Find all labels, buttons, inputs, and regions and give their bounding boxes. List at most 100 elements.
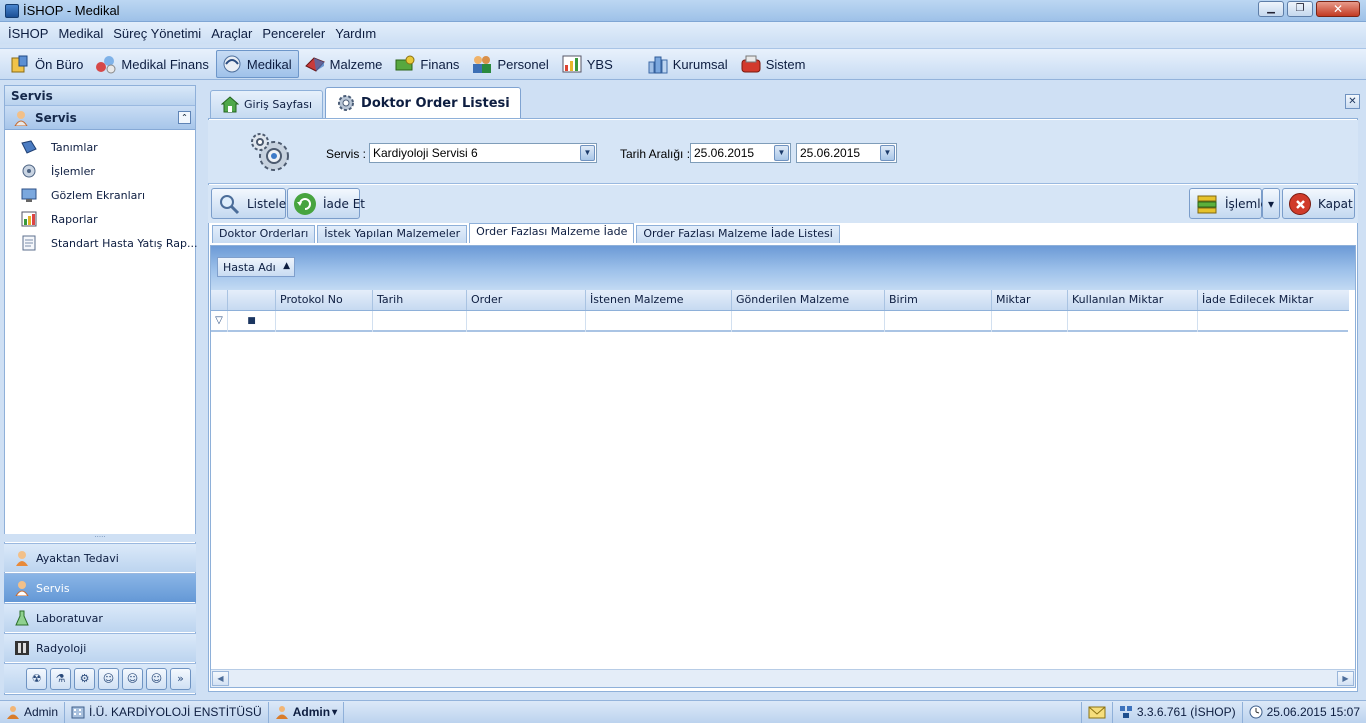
status-user-label: Admin	[24, 705, 59, 719]
column-header-order[interactable]: Order	[467, 290, 586, 310]
chevron-down-icon[interactable]: ▼	[880, 145, 895, 161]
group-panel	[211, 246, 1355, 290]
module-on-buro[interactable]: Ön Büro	[4, 50, 90, 78]
sidebar-group-servis[interactable]: Servis ⌃	[5, 106, 195, 130]
scroll-left-button[interactable]: ◀	[212, 671, 229, 686]
sidebar-item-standart-hasta-yatis-raporu[interactable]: Standart Hasta Yatış Rap...	[5, 231, 198, 255]
tab-label: Doktor Order Listesi	[361, 95, 510, 111]
module-personel[interactable]: Personel	[466, 50, 555, 78]
sidebar-item-label: Gözlem Ekranları	[51, 188, 145, 202]
doctor-shortcut-button[interactable]: ☺	[122, 667, 143, 690]
status-version-label: 3.3.6.761 (İSHOP)	[1136, 705, 1236, 719]
minimize-button[interactable]: ▁	[1258, 1, 1284, 17]
filter-cell-iade-edilecek-miktar[interactable]	[1198, 311, 1348, 332]
nav-servis[interactable]: Servis	[4, 573, 196, 602]
window-title: İSHOP - Medikal	[23, 3, 120, 18]
patient-report-icon	[21, 235, 37, 251]
column-header-miktar[interactable]: Miktar	[992, 290, 1068, 310]
user-icon	[6, 705, 20, 719]
horizontal-scrollbar[interactable]: ◀ ▶	[211, 669, 1355, 687]
close-circle-icon	[1289, 192, 1311, 215]
listele-button[interactable]: Listele	[211, 188, 286, 219]
status-role-dropdown[interactable]: Admin ▾	[269, 701, 345, 723]
nav-shortcut-bar: ☢ ⚗ ⚙ ☺ ☺ ☺ »	[4, 663, 196, 693]
tab-order-fazlasi-malzeme-iade[interactable]: Order Fazlası Malzeme İade	[469, 223, 635, 243]
microscope-shortcut-button[interactable]: ⚗	[50, 667, 71, 690]
refresh-icon	[294, 192, 316, 215]
nurse-shortcut-button[interactable]: ☺	[98, 667, 119, 690]
date-from-picker[interactable]: 25.06.2015 ▼	[690, 143, 791, 163]
iade-et-button[interactable]: İade Et	[287, 188, 365, 219]
kapat-button[interactable]: Kapat	[1282, 188, 1355, 219]
sidebar-item-gozlem-ekranlari[interactable]: Gözlem Ekranları	[5, 183, 195, 207]
module-medikal[interactable]: Medikal	[215, 50, 299, 78]
filter-cell-birim[interactable]	[885, 311, 992, 332]
sidebar-item-tanimlar[interactable]: Tanımlar	[5, 135, 195, 159]
menu-ishop[interactable]: İSHOP	[4, 26, 54, 41]
chevron-down-icon[interactable]: ▼	[774, 145, 789, 161]
tab-doktor-orderlari[interactable]: Doktor Orderları	[212, 225, 316, 243]
filter-cell-order[interactable]	[467, 311, 586, 332]
menu-araclar[interactable]: Araçlar	[207, 26, 258, 41]
tab-giris-sayfasi[interactable]: Giriş Sayfası	[210, 90, 324, 118]
tab-doktor-order-listesi[interactable]: Doktor Order Listesi	[325, 87, 521, 118]
column-header-iade-edilecek-miktar[interactable]: İade Edilecek Miktar	[1198, 290, 1349, 310]
column-header-gonderilen-malzeme[interactable]: Gönderilen Malzeme	[732, 290, 885, 310]
module-kurumsal[interactable]: Kurumsal	[642, 50, 735, 78]
radiation-shortcut-button[interactable]: ☢	[26, 667, 47, 690]
menu-pencereler[interactable]: Pencereler	[258, 26, 331, 41]
column-header-protokol-no[interactable]: Protokol No	[276, 290, 373, 310]
maximize-button[interactable]: ❐	[1287, 1, 1313, 17]
tab-istek-yapilan-malzemeler[interactable]: İstek Yapılan Malzemeler	[317, 225, 468, 243]
sidebar-item-label: Tanımlar	[51, 140, 98, 154]
module-sistem[interactable]: Sistem	[735, 50, 813, 78]
islemler-button[interactable]: İşlemler	[1189, 188, 1273, 219]
module-finans[interactable]: Finans	[389, 50, 466, 78]
filter-cell-tarih[interactable]	[373, 311, 467, 332]
column-header-birim[interactable]: Birim	[885, 290, 992, 310]
column-header-istenen-malzeme[interactable]: İstenen Malzeme	[586, 290, 732, 310]
column-header-kullanilan-miktar[interactable]: Kullanılan Miktar	[1068, 290, 1198, 310]
settings-gears-icon	[248, 130, 296, 178]
tab-order-fazlasi-malzeme-iade-listesi[interactable]: Order Fazlası Malzeme İade Listesi	[636, 225, 840, 243]
module-medikal-finans[interactable]: Medikal Finans	[90, 50, 215, 78]
gear-shortcut-button[interactable]: ⚙	[74, 667, 95, 690]
mail-icon	[1088, 705, 1106, 719]
close-window-button[interactable]: ✕	[1316, 1, 1360, 17]
nav-radyoloji[interactable]: Radyoloji	[4, 633, 196, 662]
close-document-button[interactable]: ✕	[1345, 94, 1360, 109]
collapse-group-button[interactable]: ⌃	[178, 111, 191, 124]
column-header-tarih[interactable]: Tarih	[373, 290, 467, 310]
nav-label: Laboratuvar	[36, 611, 103, 625]
menu-medikal[interactable]: Medikal	[54, 26, 109, 41]
filter-cell-gonderilen-malzeme[interactable]	[732, 311, 885, 332]
scroll-right-button[interactable]: ▶	[1337, 671, 1354, 686]
date-to-picker[interactable]: 25.06.2015 ▼	[796, 143, 897, 163]
module-label: Kurumsal	[672, 56, 728, 72]
module-ybs[interactable]: YBS	[556, 50, 620, 78]
filter-cell-istenen-malzeme[interactable]	[586, 311, 732, 332]
filter-cell-kullanilan-miktar[interactable]	[1068, 311, 1198, 332]
nav-ayaktan-tedavi[interactable]: Ayaktan Tedavi	[4, 543, 196, 572]
date-to-value: 25.06.2015	[800, 146, 861, 160]
user-shortcut-button[interactable]: ☺	[146, 667, 167, 690]
select-all-checkbox[interactable]: ■	[228, 311, 276, 332]
servis-select[interactable]: Kardiyoloji Servisi 6 ▼	[369, 143, 597, 163]
system-icon	[740, 54, 762, 74]
module-malzeme[interactable]: Malzeme	[299, 50, 390, 78]
filter-icon[interactable]: ▽	[211, 311, 228, 332]
sidebar-item-raporlar[interactable]: Raporlar	[5, 207, 195, 231]
mail-button[interactable]	[1080, 701, 1113, 723]
islemler-dropdown-button[interactable]: ▾	[1262, 188, 1280, 219]
nav-laboratuvar[interactable]: Laboratuvar	[4, 603, 196, 632]
group-by-hasta-adi[interactable]: Hasta Adı ▲	[217, 257, 295, 277]
menu-surec-yonetimi[interactable]: Süreç Yönetimi	[109, 26, 207, 41]
menu-yardim[interactable]: Yardım	[331, 26, 382, 41]
filter-cell-miktar[interactable]	[992, 311, 1068, 332]
search-icon	[218, 193, 240, 215]
sidebar-splitter[interactable]: ·····	[4, 534, 196, 542]
sidebar-item-islemler[interactable]: İşlemler	[5, 159, 195, 183]
more-shortcuts-button[interactable]: »	[170, 667, 191, 690]
chevron-down-icon[interactable]: ▼	[580, 145, 595, 161]
filter-cell-protokol-no[interactable]	[276, 311, 373, 332]
